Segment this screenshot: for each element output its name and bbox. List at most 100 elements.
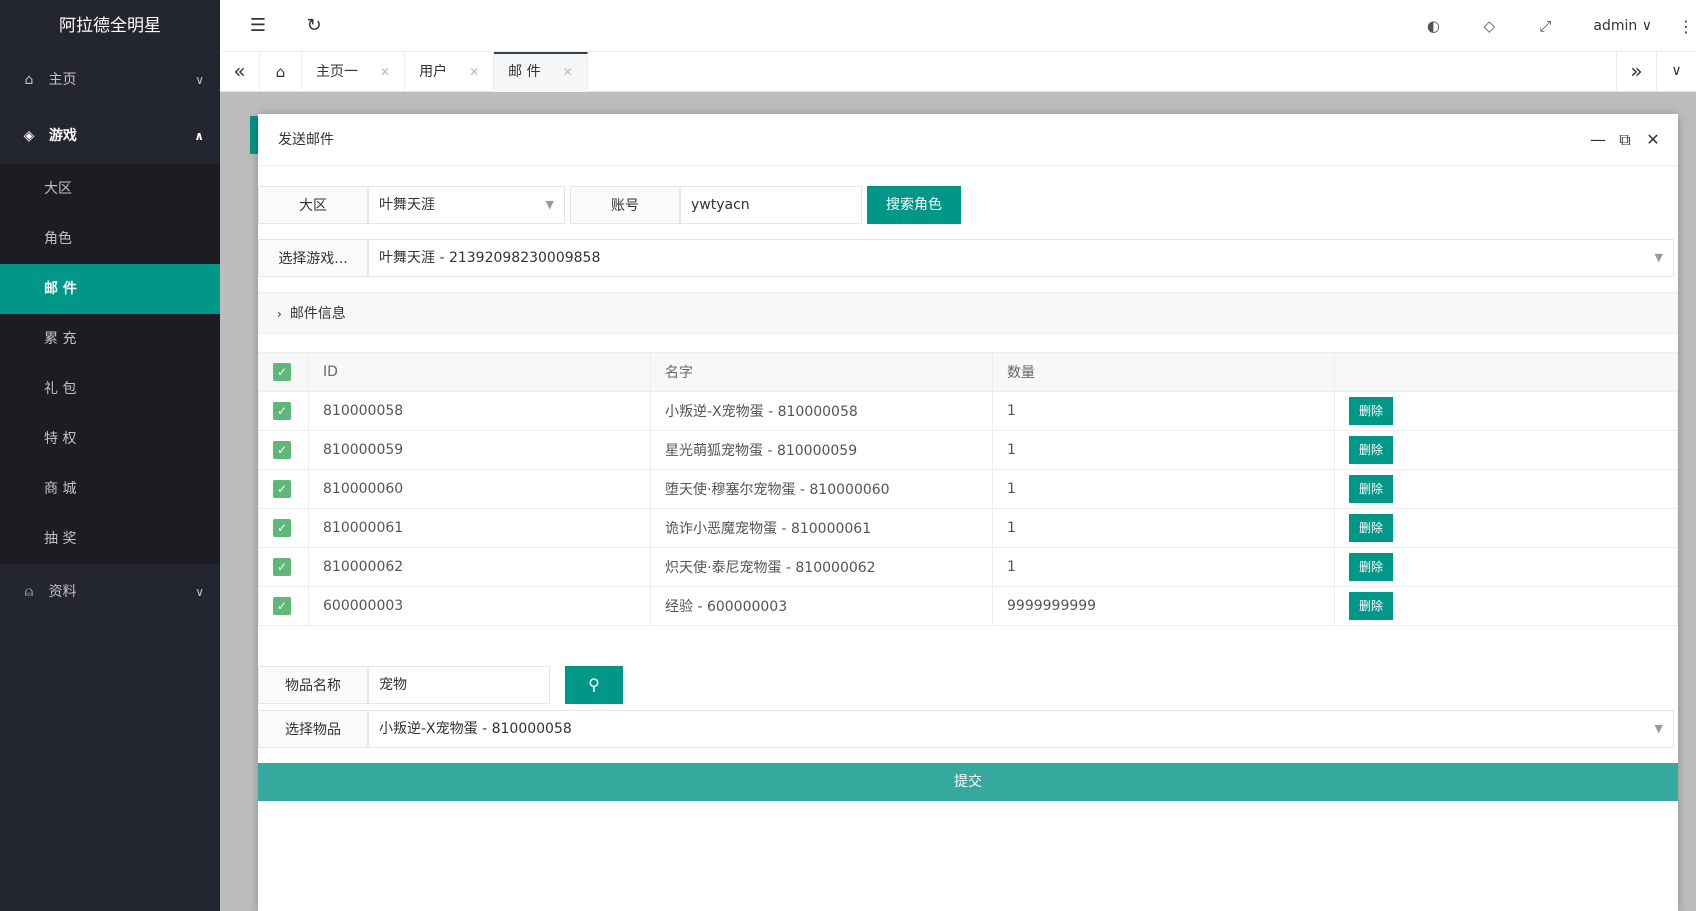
cell-actions: 删除 (1334, 430, 1678, 470)
tag-icon[interactable]: ◇ (1461, 17, 1517, 35)
cell-name: 小叛逆-X宠物蛋 - 810000058 (650, 391, 993, 431)
cell-id: 810000059 (308, 430, 651, 470)
modal-title: 发送邮件 (278, 132, 334, 148)
select-game-select[interactable]: 叶舞天涯 - 21392098230009858 ▼ (368, 239, 1674, 277)
chevron-right-icon: › (277, 307, 282, 321)
delete-button[interactable]: 删除 (1349, 592, 1394, 620)
sidebar-subitem-gift[interactable]: 礼 包 (0, 364, 220, 414)
row-checkbox[interactable]: ✓ (273, 519, 291, 537)
select-game-row: 选择游戏... 叶舞天涯 - 21392098230009858 ▼ (258, 239, 1674, 277)
close-icon[interactable]: ✕ (563, 65, 573, 79)
header-right: ◐ ◇ ⤢ admin ∨ ⋮ (1405, 0, 1696, 52)
cell-name: 诡诈小恶魔宠物蛋 - 810000061 (650, 508, 993, 548)
sidebar-item-profile[interactable]: ⍝ 资料 ∨ (0, 564, 220, 620)
cell-quantity: 1 (992, 508, 1335, 548)
column-header-quantity: 数量 (992, 352, 1335, 392)
cell-actions: 删除 (1334, 586, 1678, 626)
sidebar-subitem-region[interactable]: 大区 (0, 164, 220, 214)
tabs-scroll-right-icon[interactable]: » (1616, 52, 1656, 92)
send-mail-modal: 发送邮件 — ⧉ ✕ 大区 叶舞天涯 ▼ 账号 ywtyacn 搜索角色 选择游戏… (258, 114, 1678, 911)
menu-toggle-icon[interactable]: ☰ (238, 0, 278, 52)
delete-button[interactable]: 删除 (1349, 553, 1394, 581)
tabs-scroll-left-icon[interactable]: « (220, 52, 260, 92)
column-header-actions (1334, 352, 1678, 392)
close-icon[interactable]: ✕ (380, 65, 390, 79)
more-icon[interactable]: ⋮ (1676, 17, 1696, 36)
tabs-menu-chevron-icon[interactable]: ∨ (1656, 52, 1696, 92)
select-all-cell: ✓ (258, 352, 309, 392)
username: admin (1593, 18, 1638, 34)
row-checkbox[interactable]: ✓ (273, 480, 291, 498)
sidebar-subitem-lottery[interactable]: 抽 奖 (0, 514, 220, 564)
tab-user[interactable]: 用户 ✕ (405, 52, 495, 92)
account-label: 账号 (570, 186, 680, 224)
select-game-value: 叶舞天涯 - 21392098230009858 (379, 250, 601, 266)
row-checkbox[interactable]: ✓ (273, 597, 291, 615)
search-role-button[interactable]: 搜索角色 (867, 186, 961, 224)
palette-icon[interactable]: ◐ (1405, 17, 1461, 35)
close-icon[interactable]: ✕ (469, 65, 479, 79)
fullscreen-icon[interactable]: ⤢ (1517, 17, 1573, 35)
caret-down-icon: ▼ (1654, 251, 1663, 264)
chevron-up-icon: ∧ (194, 129, 204, 143)
item-name-label: 物品名称 (258, 666, 368, 704)
sidebar-item-home[interactable]: ⌂ 主页 ∨ (0, 52, 220, 108)
sidebar-subitem-recharge[interactable]: 累 充 (0, 314, 220, 364)
row-checkbox[interactable]: ✓ (273, 441, 291, 459)
table-row: ✓ 810000059 星光萌狐宠物蛋 - 810000059 1 删除 (258, 430, 1678, 470)
mail-info-collapse[interactable]: › 邮件信息 (258, 292, 1678, 334)
select-item-select[interactable]: 小叛逆-X宠物蛋 - 810000058 ▼ (368, 710, 1674, 748)
cell-actions: 删除 (1334, 508, 1678, 548)
mail-info-label: 邮件信息 (289, 306, 346, 322)
account-input[interactable]: ywtyacn (680, 186, 862, 224)
user-menu[interactable]: admin ∨ (1573, 18, 1676, 34)
refresh-icon[interactable]: ↻ (294, 0, 334, 52)
select-item-label: 选择物品 (258, 710, 368, 748)
tab-homepage[interactable]: 主页一 ✕ (302, 52, 406, 92)
tab-home-icon[interactable]: ⌂ (260, 52, 302, 92)
close-icon[interactable]: ✕ (1646, 114, 1660, 166)
sidebar-item-game[interactable]: ◈ 游戏 ∧ (0, 108, 220, 164)
sidebar-subitem-privilege[interactable]: 特 权 (0, 414, 220, 464)
cell-quantity: 9999999999 (992, 586, 1335, 626)
item-name-input[interactable]: 宠物 (368, 666, 550, 704)
table-row: ✓ 600000003 经验 - 600000003 9999999999 删除 (258, 586, 1678, 626)
caret-down-icon: ▼ (545, 198, 554, 211)
row-select-cell: ✓ (258, 508, 309, 548)
cell-id: 810000058 (308, 391, 651, 431)
tabs: ⌂ 主页一 ✕ 用户 ✕ 邮 件 ✕ (260, 52, 588, 92)
cell-quantity: 1 (992, 547, 1335, 587)
row-select-cell: ✓ (258, 469, 309, 509)
delete-button[interactable]: 删除 (1349, 436, 1394, 464)
cell-actions: 删除 (1334, 547, 1678, 587)
row-select-cell: ✓ (258, 430, 309, 470)
select-all-checkbox[interactable]: ✓ (273, 363, 291, 381)
maximize-icon[interactable]: ⧉ (1618, 114, 1632, 166)
submit-button[interactable]: 提交 (258, 763, 1678, 801)
row-checkbox[interactable]: ✓ (273, 402, 291, 420)
row-checkbox[interactable]: ✓ (273, 558, 291, 576)
row-select-cell: ✓ (258, 547, 309, 587)
sidebar-subitem-shop[interactable]: 商 城 (0, 464, 220, 514)
mail-items-table: ✓ ID 名字 数量 ✓ 810000058 小叛逆-X宠物蛋 - 810000… (258, 352, 1678, 626)
sidebar-subitem-mail[interactable]: 邮 件 (0, 264, 220, 314)
item-search-button[interactable]: ⚲ (565, 666, 623, 704)
cell-name: 星光萌狐宠物蛋 - 810000059 (650, 430, 993, 470)
cell-name: 经验 - 600000003 (650, 586, 993, 626)
select-game-label: 选择游戏... (258, 239, 368, 277)
region-select[interactable]: 叶舞天涯 ▼ (368, 186, 565, 224)
cell-id: 810000061 (308, 508, 651, 548)
delete-button[interactable]: 删除 (1349, 514, 1394, 542)
cell-quantity: 1 (992, 391, 1335, 431)
tab-mail[interactable]: 邮 件 ✕ (494, 52, 588, 92)
delete-button[interactable]: 删除 (1349, 475, 1394, 503)
minimize-icon[interactable]: — (1590, 114, 1606, 166)
row-select-cell: ✓ (258, 391, 309, 431)
chevron-down-icon: ∨ (195, 585, 204, 599)
cell-name: 炽天使·泰尼宠物蛋 - 810000062 (650, 547, 993, 587)
sidebar-subitem-role[interactable]: 角色 (0, 214, 220, 264)
delete-button[interactable]: 删除 (1349, 397, 1394, 425)
select-item-value: 小叛逆-X宠物蛋 - 810000058 (379, 721, 572, 737)
region-select-value: 叶舞天涯 (379, 197, 435, 213)
home-icon: ⌂ (24, 72, 34, 88)
